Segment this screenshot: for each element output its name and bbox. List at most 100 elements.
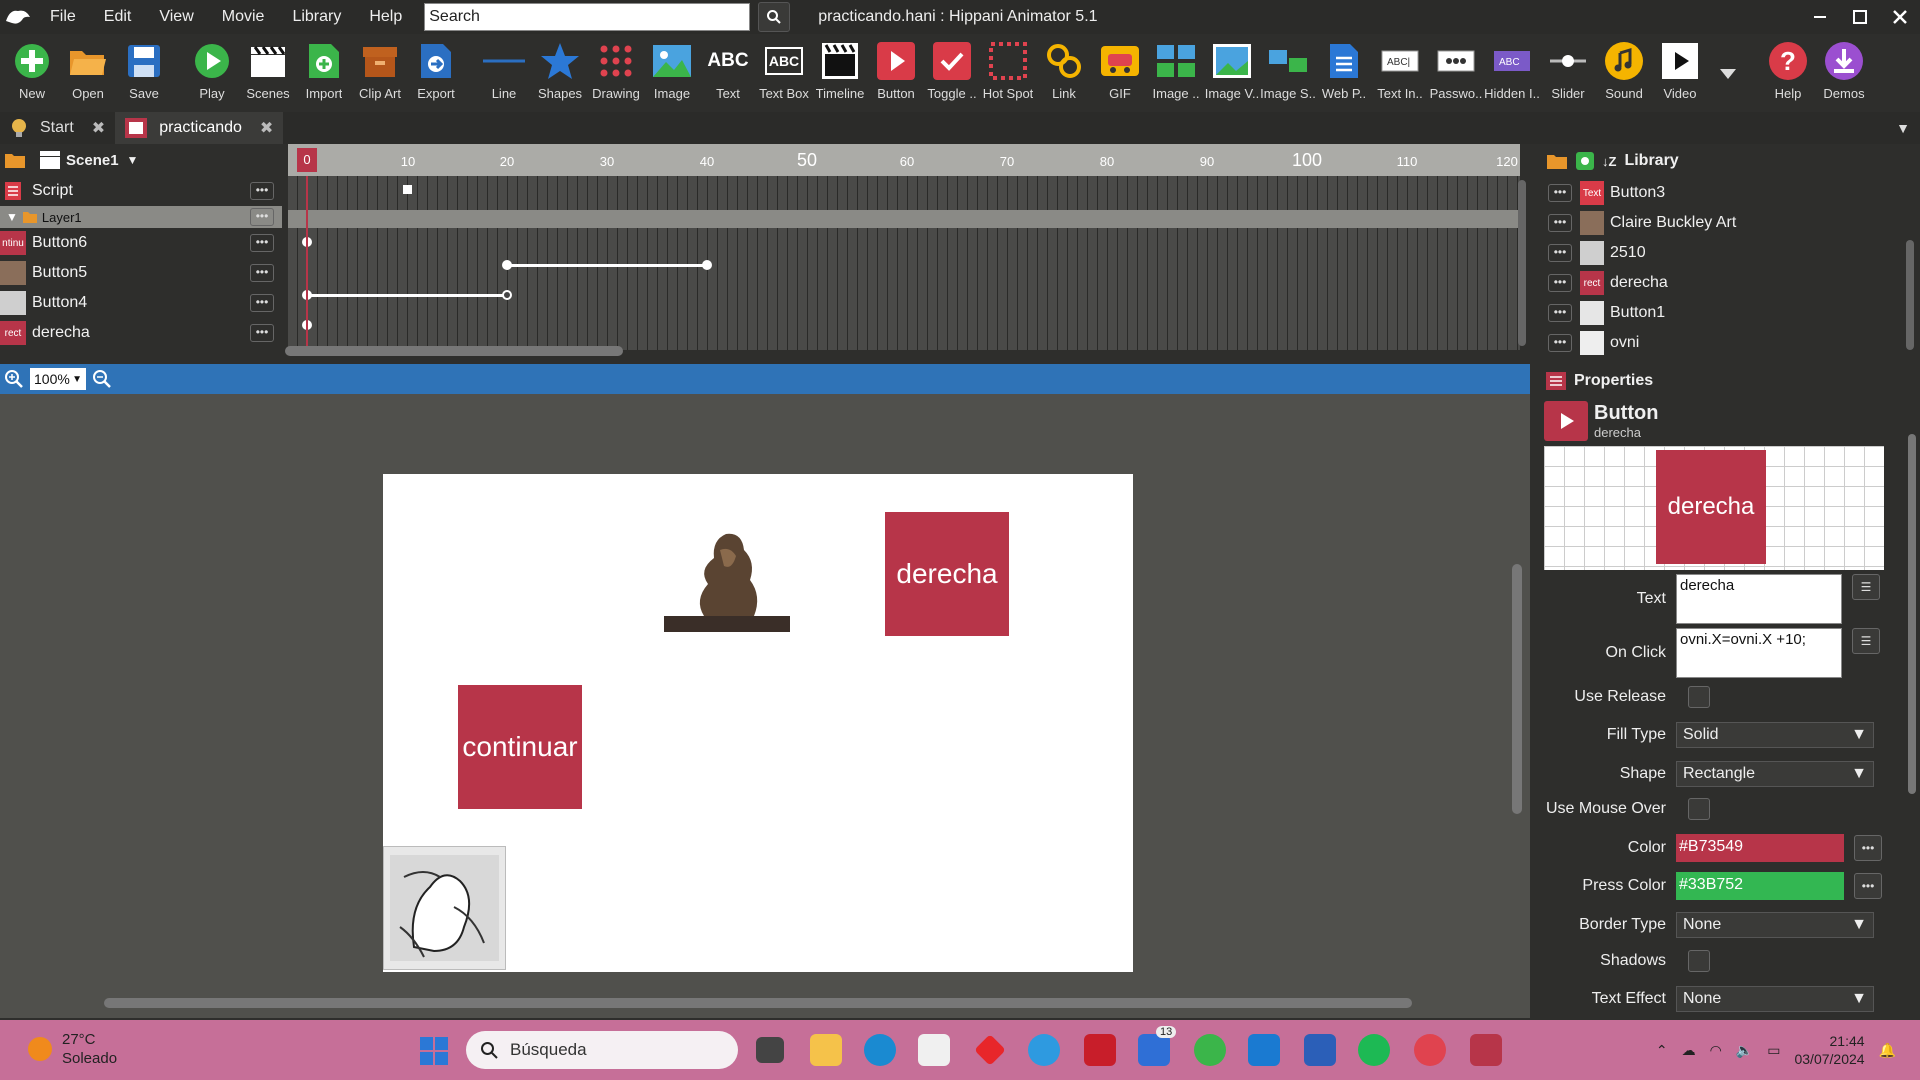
zoom-out-icon[interactable] (92, 369, 112, 389)
toggle-button[interactable]: Toggle .. (924, 34, 980, 108)
chrome-icon[interactable] (1194, 1034, 1226, 1066)
stage-vscrollbar[interactable] (1512, 564, 1522, 814)
save-button[interactable]: Save (116, 34, 172, 108)
mcafee-icon[interactable] (1084, 1034, 1116, 1066)
chevron-up-icon[interactable]: ⌃ (1656, 1042, 1668, 1059)
open-button[interactable]: Open (60, 34, 116, 108)
scenes-button[interactable]: Scenes (240, 34, 296, 108)
export-button[interactable]: Export (408, 34, 464, 108)
minimize-button[interactable] (1800, 0, 1840, 34)
spotify-icon[interactable] (1358, 1034, 1390, 1066)
help-button[interactable]: ? Help (1760, 34, 1816, 108)
press-color-field[interactable]: #33B752 (1676, 872, 1844, 900)
link-button[interactable]: Link (1036, 34, 1092, 108)
task-view-icon[interactable] (756, 1037, 784, 1063)
library-item[interactable]: ••• ovni (1538, 328, 1920, 358)
hippani-animator-icon[interactable] (1470, 1034, 1502, 1066)
playhead-handle[interactable]: 0 (297, 148, 317, 172)
wifi-icon[interactable]: ◠ (1710, 1042, 1722, 1059)
play-button[interactable]: Play (184, 34, 240, 108)
library-scrollbar[interactable] (1906, 240, 1914, 350)
menu-view[interactable]: View (145, 0, 207, 34)
layer-options-button[interactable]: ••• (250, 264, 274, 282)
import-button[interactable]: Import (296, 34, 352, 108)
text-field[interactable]: derecha (1676, 574, 1842, 624)
drawing-button[interactable]: Drawing (588, 34, 644, 108)
fill-type-select[interactable]: Solid ▼ (1676, 722, 1874, 748)
search-input[interactable] (424, 3, 751, 31)
text-edit-button[interactable]: ☰ (1852, 574, 1880, 600)
layer-options-button[interactable]: ••• (250, 294, 274, 312)
text-button[interactable]: ABC Text (700, 34, 756, 108)
image-viewer-button[interactable]: Image V.. (1204, 34, 1260, 108)
item-options-button[interactable]: ••• (1548, 214, 1572, 232)
layer-row-layer1[interactable]: ▼ Layer1 ••• (0, 206, 282, 228)
menu-library[interactable]: Library (278, 0, 355, 34)
folder-add-icon[interactable] (1546, 152, 1568, 170)
layer-row-button6[interactable]: ntinu Button6 ••• (0, 228, 282, 258)
close-tab-icon[interactable]: ✖ (260, 118, 273, 138)
chevron-down-icon[interactable]: ▼ (1896, 120, 1910, 136)
stage-canvas[interactable]: derecha continuar (383, 474, 1133, 972)
item-options-button[interactable]: ••• (1548, 334, 1572, 352)
script-keyframe[interactable] (403, 185, 412, 194)
border-type-select[interactable]: None ▼ (1676, 912, 1874, 938)
timeline-frames[interactable]: 10 20 30 40 50 60 70 80 90 100 110 120 0 (288, 144, 1520, 360)
search-button[interactable] (758, 2, 791, 32)
chrome-profile-icon[interactable] (1414, 1034, 1446, 1066)
color-field[interactable]: #B73549 (1676, 834, 1844, 862)
sculpture-image[interactable] (664, 510, 790, 634)
menu-help[interactable]: Help (355, 0, 416, 34)
keyframe[interactable] (502, 260, 512, 270)
password-button[interactable]: Passwo.. (1428, 34, 1484, 108)
close-button[interactable] (1880, 0, 1920, 34)
microsoft-store-icon[interactable] (918, 1034, 950, 1066)
battery-icon[interactable]: ▭ (1767, 1042, 1780, 1059)
shapes-button[interactable]: Shapes (532, 34, 588, 108)
shape-select[interactable]: Rectangle ▼ (1676, 761, 1874, 787)
library-item[interactable]: ••• Button1 (1538, 298, 1920, 328)
library-item[interactable]: ••• Text Button3 (1538, 178, 1920, 208)
keyframe[interactable] (502, 290, 512, 300)
tab-start[interactable]: Start ✖ (0, 112, 115, 144)
windows-start-icon[interactable] (420, 1037, 448, 1065)
timeline-button[interactable]: Timeline (812, 34, 868, 108)
volume-icon[interactable]: 🔈 (1736, 1042, 1753, 1059)
line-button[interactable]: Line (476, 34, 532, 108)
zoom-in-icon[interactable] (4, 369, 24, 389)
text-input-button[interactable]: ABC| Text In.. (1372, 34, 1428, 108)
frame-grid[interactable] (288, 176, 1520, 350)
press-color-picker-button[interactable]: ••• (1854, 873, 1882, 899)
color-picker-button[interactable]: ••• (1854, 835, 1882, 861)
zoom-select[interactable]: 100% ▼ (30, 368, 86, 390)
weather-widget[interactable]: 27°C Soleado (28, 1030, 117, 1068)
image-slider-button[interactable]: Image S.. (1260, 34, 1316, 108)
layer-options-button[interactable]: ••• (250, 208, 274, 226)
maximize-button[interactable] (1840, 0, 1880, 34)
tab-practicando[interactable]: practicando ✖ (115, 112, 284, 144)
item-options-button[interactable]: ••• (1548, 304, 1572, 322)
layer-row-button5[interactable]: Button5 ••• (0, 258, 282, 288)
cloud-icon[interactable]: ☁ (1682, 1042, 1696, 1059)
menu-file[interactable]: File (36, 0, 90, 34)
stage-hscrollbar[interactable] (104, 998, 1412, 1008)
stage-area[interactable]: derecha continuar (0, 394, 1530, 1018)
clock[interactable]: 21:44 03/07/2024 (1794, 1032, 1864, 1068)
hot-spot-button[interactable]: Hot Spot (980, 34, 1036, 108)
sort-icon[interactable]: ↓Z (1602, 154, 1616, 169)
teams-icon[interactable]: 13 (1138, 1026, 1177, 1066)
web-page-button[interactable]: Web P.. (1316, 34, 1372, 108)
layer-options-button[interactable]: ••• (250, 182, 274, 200)
onclick-edit-button[interactable]: ☰ (1852, 628, 1880, 654)
onclick-field[interactable]: ovni.X=ovni.X +10; (1676, 628, 1842, 678)
layer-options-button[interactable]: ••• (250, 234, 274, 252)
gif-button[interactable]: GIF (1092, 34, 1148, 108)
button-tool-button[interactable]: Button (868, 34, 924, 108)
layer-row-script[interactable]: Script ••• (0, 176, 282, 206)
edge-browser-icon[interactable] (864, 1034, 896, 1066)
menu-edit[interactable]: Edit (90, 0, 146, 34)
scene-selector[interactable]: Scene1 ▼ (0, 144, 282, 176)
image-gallery-button[interactable]: Image .. (1148, 34, 1204, 108)
item-options-button[interactable]: ••• (1548, 274, 1572, 292)
app-diamond-icon[interactable] (974, 1034, 1006, 1066)
